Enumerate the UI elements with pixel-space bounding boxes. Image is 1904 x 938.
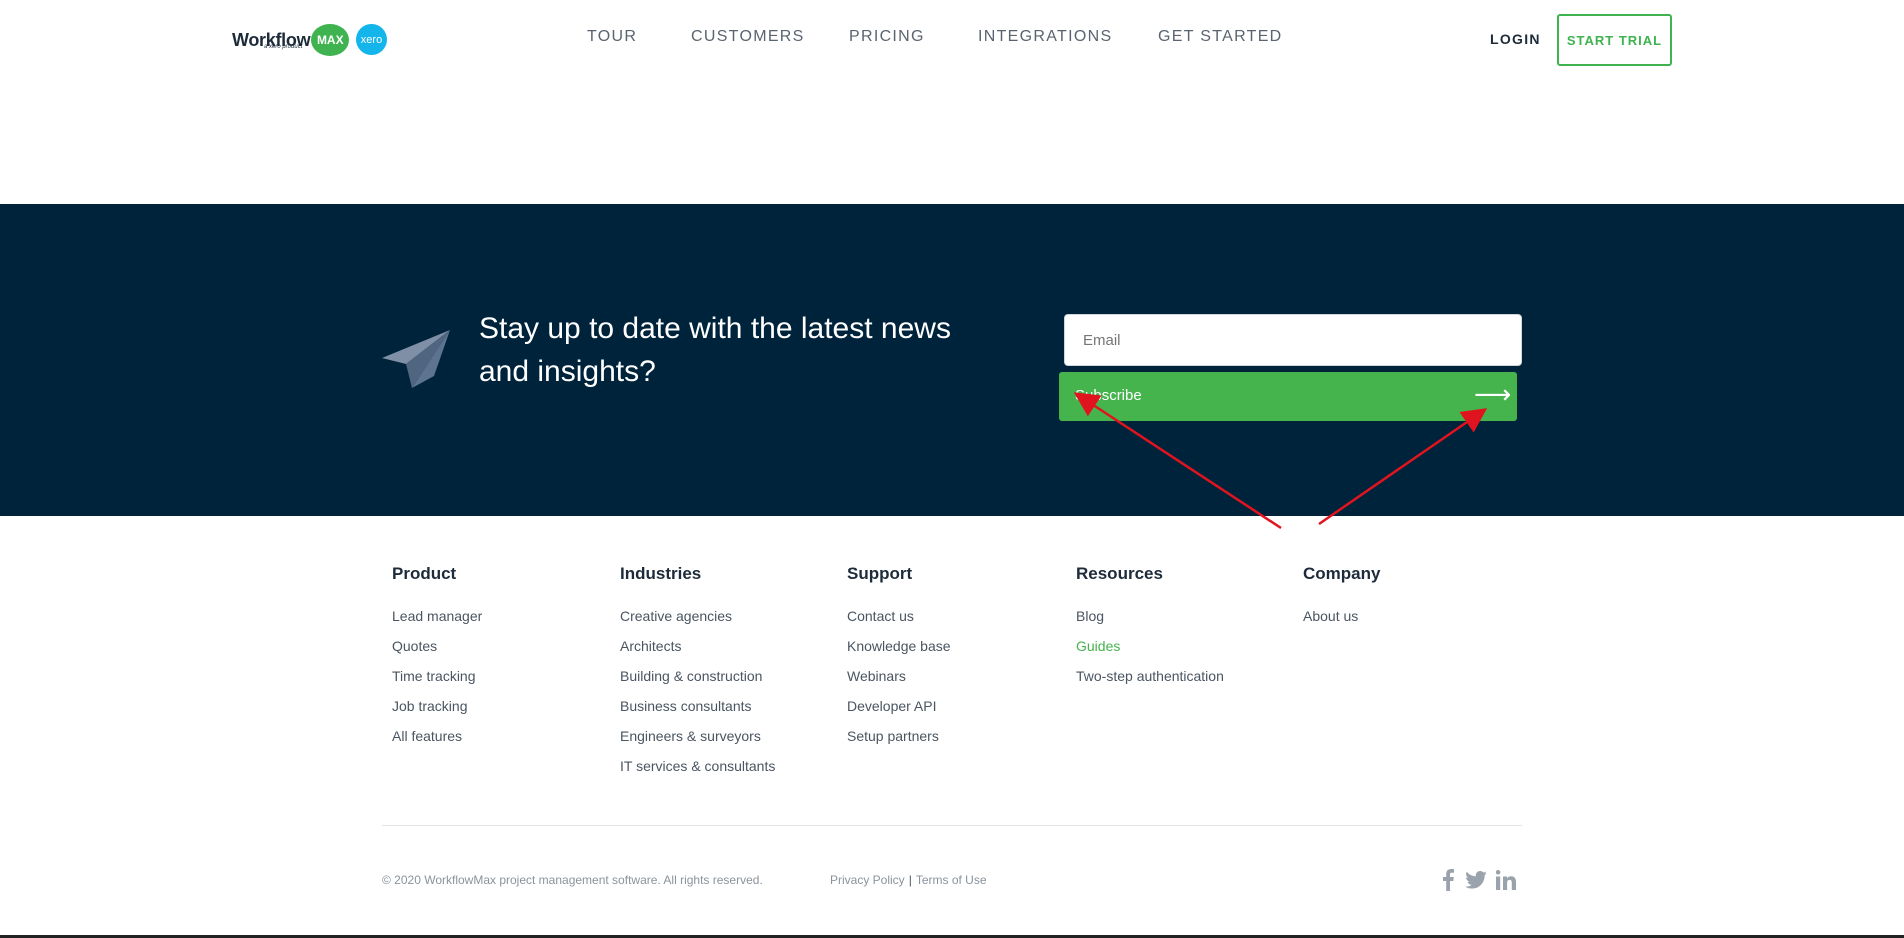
footer-col-company: Company About us xyxy=(1303,564,1380,638)
subscribe-button[interactable]: Subscribe ⟶ xyxy=(1059,372,1517,421)
nav-customers[interactable]: CUSTOMERS xyxy=(691,28,805,46)
footer-link[interactable]: Creative agencies xyxy=(620,608,775,638)
footer-link[interactable]: IT services & consultants xyxy=(620,758,775,788)
footer-link[interactable]: Setup partners xyxy=(847,728,951,758)
footer-link[interactable]: Webinars xyxy=(847,668,951,698)
footer-col-industries: Industries Creative agencies Architects … xyxy=(620,564,775,788)
footer-link[interactable]: Architects xyxy=(620,638,775,668)
email-input[interactable] xyxy=(1064,314,1522,366)
nav-integrations[interactable]: INTEGRATIONS xyxy=(978,28,1112,46)
footer-link[interactable]: Engineers & surveyors xyxy=(620,728,775,758)
footer-link[interactable]: Blog xyxy=(1076,608,1224,638)
paper-plane-icon xyxy=(382,330,450,388)
start-trial-button[interactable]: START TRIAL xyxy=(1557,14,1672,66)
workflowmax-logo[interactable]: Workflow MAX a xero product xyxy=(232,24,350,56)
footer-heading: Product xyxy=(392,564,457,583)
newsletter-title: Stay up to date with the latest news and… xyxy=(479,312,951,388)
xero-logo[interactable]: xero xyxy=(356,24,387,55)
logo-max-badge: MAX xyxy=(311,24,350,56)
footer-link[interactable]: Quotes xyxy=(392,638,482,668)
footer-link[interactable]: Knowledge base xyxy=(847,638,951,668)
footer-link[interactable]: About us xyxy=(1303,608,1380,638)
legal-links: Privacy Policy | Terms of Use xyxy=(830,873,987,887)
footer-divider xyxy=(382,825,1522,826)
site-header: Workflow MAX a xero product xero TOUR CU… xyxy=(0,0,1904,80)
nav-get-started[interactable]: GET STARTED xyxy=(1158,28,1283,46)
footer-heading: Support xyxy=(847,564,913,583)
footer-link[interactable]: Time tracking xyxy=(392,668,482,698)
privacy-policy-link[interactable]: Privacy Policy xyxy=(830,873,905,887)
nav-tour[interactable]: TOUR xyxy=(587,28,637,46)
twitter-icon[interactable] xyxy=(1465,868,1487,892)
terms-of-use-link[interactable]: Terms of Use xyxy=(916,873,987,887)
footer-col-product: Product Lead manager Quotes Time trackin… xyxy=(392,564,482,758)
subscribe-label: Subscribe xyxy=(1075,387,1142,404)
logo-subtitle: a xero product xyxy=(264,44,303,50)
nav-pricing[interactable]: PRICING xyxy=(849,28,925,46)
arrow-right-icon: ⟶ xyxy=(1474,379,1512,409)
login-link[interactable]: LOGIN xyxy=(1490,31,1541,47)
facebook-icon[interactable] xyxy=(1437,868,1459,892)
footer-link[interactable]: Lead manager xyxy=(392,608,482,638)
copyright-text: © 2020 WorkflowMax project management so… xyxy=(382,873,763,887)
legal-separator: | xyxy=(908,873,912,887)
footer-link[interactable]: Two-step authentication xyxy=(1076,668,1224,698)
footer-link[interactable]: Job tracking xyxy=(392,698,482,728)
footer-col-support: Support Contact us Knowledge base Webina… xyxy=(847,564,951,758)
footer-heading: Industries xyxy=(620,564,702,583)
footer-link-active[interactable]: Guides xyxy=(1076,638,1224,668)
footer-link[interactable]: All features xyxy=(392,728,482,758)
footer-col-resources: Resources Blog Guides Two-step authentic… xyxy=(1076,564,1224,698)
footer-link[interactable]: Developer API xyxy=(847,698,951,728)
footer-link[interactable]: Business consultants xyxy=(620,698,775,728)
linkedin-icon[interactable] xyxy=(1495,868,1517,892)
footer-heading: Company xyxy=(1303,564,1381,583)
footer-link[interactable]: Contact us xyxy=(847,608,951,638)
footer-heading: Resources xyxy=(1076,564,1163,583)
footer-link[interactable]: Building & construction xyxy=(620,668,775,698)
